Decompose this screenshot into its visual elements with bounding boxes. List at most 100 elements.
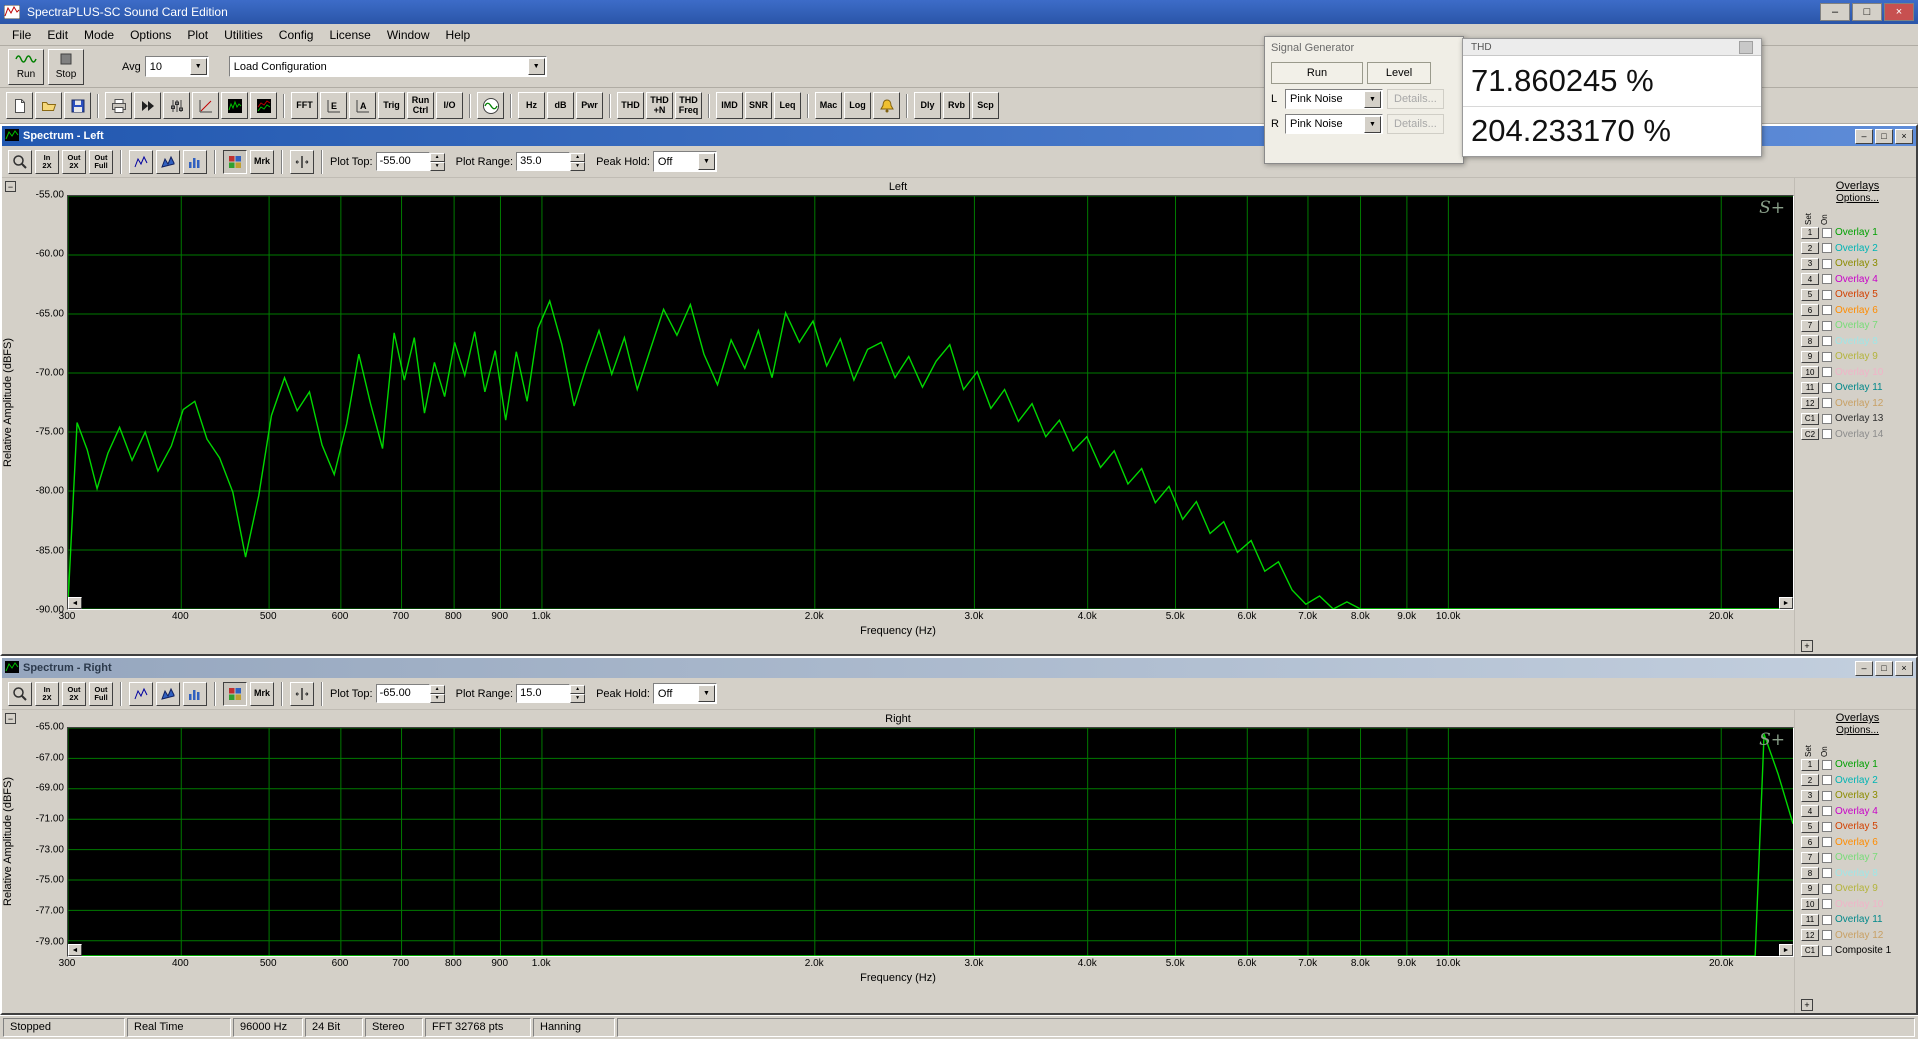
spin-up-button[interactable]: ▲ (570, 684, 586, 694)
spin-down-button[interactable]: ▼ (570, 161, 586, 171)
overlay-set-button[interactable]: 9 (1801, 882, 1819, 895)
generator-level-button[interactable]: Level (1367, 62, 1431, 84)
scroll-left-button[interactable]: ◄ (68, 597, 82, 609)
line-plot-button[interactable] (129, 149, 153, 174)
overlay-on-checkbox[interactable] (1822, 429, 1832, 440)
overlay-set-button[interactable]: C2 (1801, 428, 1819, 441)
line-plot-button[interactable] (129, 681, 153, 706)
expand-button[interactable]: + (1801, 640, 1813, 652)
peak-hold-select[interactable]: Off ▼ (652, 683, 717, 704)
close-button[interactable]: × (1895, 128, 1913, 144)
marker-button[interactable]: Mrk (250, 149, 274, 174)
overlay-on-checkbox[interactable] (1822, 398, 1832, 409)
zoom-out-full-button[interactable]: Out Full (89, 681, 113, 706)
minimize-button[interactable]: – (1855, 660, 1873, 676)
overlay-set-button[interactable]: 2 (1801, 774, 1819, 787)
overlays-options-button[interactable]: Options... (1801, 193, 1914, 204)
zoom-in-2x-button[interactable]: In 2X (35, 149, 59, 174)
overlay-set-button[interactable]: 6 (1801, 304, 1819, 317)
overlay-set-button[interactable]: 12 (1801, 397, 1819, 410)
plot-range-value[interactable]: 35.0 (516, 152, 571, 171)
minimize-button[interactable]: – (1820, 3, 1850, 21)
spin-up-button[interactable]: ▲ (429, 152, 445, 162)
overlay-set-button[interactable]: 10 (1801, 366, 1819, 379)
overlay-set-button[interactable]: 12 (1801, 929, 1819, 942)
toolbar-dly-button[interactable]: Dly (914, 92, 941, 119)
overlay-on-checkbox[interactable] (1822, 351, 1832, 362)
minimize-button[interactable]: – (1855, 128, 1873, 144)
marker-button[interactable]: Mrk (250, 681, 274, 706)
plot-top-spinner[interactable]: -65.00 ▲ ▼ (375, 684, 445, 703)
bar-plot-button[interactable] (183, 149, 207, 174)
menu-help[interactable]: Help (438, 26, 479, 44)
toolbar-leq-button[interactable]: Leq (774, 92, 801, 119)
overlay-on-checkbox[interactable] (1822, 883, 1832, 894)
toolbar-pwr-button[interactable]: Pwr (576, 92, 603, 119)
chevron-down-icon[interactable]: ▼ (527, 58, 545, 75)
toolbar-i-o-button[interactable]: I/O (436, 92, 463, 119)
overlay-set-button[interactable]: 6 (1801, 836, 1819, 849)
chevron-down-icon[interactable]: ▼ (1364, 115, 1381, 133)
thd-panel-titlebar[interactable]: THD (1463, 39, 1761, 56)
overlay-set-button[interactable]: 11 (1801, 381, 1819, 394)
overlay-on-checkbox[interactable] (1822, 868, 1832, 879)
spectrum-right-titlebar[interactable]: Spectrum - Right – □ × (2, 658, 1916, 678)
area-plot-button[interactable] (156, 681, 180, 706)
overlay-on-checkbox[interactable] (1822, 930, 1832, 941)
area-plot-button[interactable] (156, 149, 180, 174)
overlay-set-button[interactable]: C1 (1801, 412, 1819, 425)
spectrogram-view-button[interactable] (223, 681, 247, 706)
overlay-on-checkbox[interactable] (1822, 821, 1832, 832)
overlay-on-checkbox[interactable] (1822, 945, 1832, 956)
overlay-on-checkbox[interactable] (1822, 914, 1832, 925)
overlay-on-checkbox[interactable] (1822, 336, 1832, 347)
chart-e-button[interactable]: E (320, 92, 347, 119)
overlay-set-button[interactable]: 4 (1801, 805, 1819, 818)
spin-up-button[interactable]: ▲ (429, 684, 445, 694)
left-signal-select[interactable]: Pink Noise ▼ (1285, 89, 1383, 109)
overlay-on-checkbox[interactable] (1822, 289, 1832, 300)
overlay-on-checkbox[interactable] (1822, 227, 1832, 238)
plot-area[interactable]: S+ ◄ ► (67, 727, 1794, 957)
overlay-on-checkbox[interactable] (1822, 367, 1832, 378)
toolbar-log-button[interactable]: Log (844, 92, 871, 119)
overlay-set-button[interactable]: 7 (1801, 851, 1819, 864)
chevron-down-icon[interactable]: ▼ (697, 685, 715, 702)
overlay-set-button[interactable]: 8 (1801, 867, 1819, 880)
toolbar-mac-button[interactable]: Mac (815, 92, 842, 119)
toolbar-run-ctrl-button[interactable]: Run Ctrl (407, 92, 434, 119)
toolbar-snr-button[interactable]: SNR (745, 92, 772, 119)
overlay-set-button[interactable]: 8 (1801, 335, 1819, 348)
plot-top-spinner[interactable]: -55.00 ▲ ▼ (375, 152, 445, 171)
scaling-line-button[interactable] (192, 92, 219, 119)
menu-file[interactable]: File (4, 26, 39, 44)
plot-range-spinner[interactable]: 15.0 ▲ ▼ (516, 684, 586, 703)
overlay-set-button[interactable]: C1 (1801, 944, 1819, 957)
collapse-button[interactable]: − (5, 181, 16, 192)
overlay-on-checkbox[interactable] (1822, 305, 1832, 316)
overlay-on-checkbox[interactable] (1822, 759, 1832, 770)
overlay-on-checkbox[interactable] (1822, 775, 1832, 786)
plot-area[interactable]: S+ ◄ ► (67, 195, 1794, 610)
spin-up-button[interactable]: ▲ (570, 152, 586, 162)
menu-utilities[interactable]: Utilities (216, 26, 271, 44)
overlay-on-checkbox[interactable] (1822, 790, 1832, 801)
plot-range-value[interactable]: 15.0 (516, 684, 571, 703)
toolbar-imd-button[interactable]: IMD (716, 92, 743, 119)
toolbar-thd-button[interactable]: THD (617, 92, 644, 119)
restore-button[interactable]: □ (1875, 128, 1893, 144)
close-button[interactable]: × (1884, 3, 1914, 21)
toolbar-hz-button[interactable]: Hz (518, 92, 545, 119)
overlay-set-button[interactable]: 7 (1801, 319, 1819, 332)
menu-edit[interactable]: Edit (39, 26, 76, 44)
chevron-down-icon[interactable]: ▼ (189, 58, 207, 75)
overlay-set-button[interactable]: 10 (1801, 898, 1819, 911)
avg-select[interactable]: 10 ▼ (144, 56, 209, 77)
overlay-set-button[interactable]: 9 (1801, 350, 1819, 363)
menu-license[interactable]: License (321, 26, 378, 44)
overlay-set-button[interactable]: 3 (1801, 257, 1819, 270)
collapse-button[interactable]: − (5, 713, 16, 724)
overlay-set-button[interactable]: 2 (1801, 242, 1819, 255)
chevron-down-icon[interactable]: ▼ (1364, 90, 1381, 108)
overlay-on-checkbox[interactable] (1822, 899, 1832, 910)
